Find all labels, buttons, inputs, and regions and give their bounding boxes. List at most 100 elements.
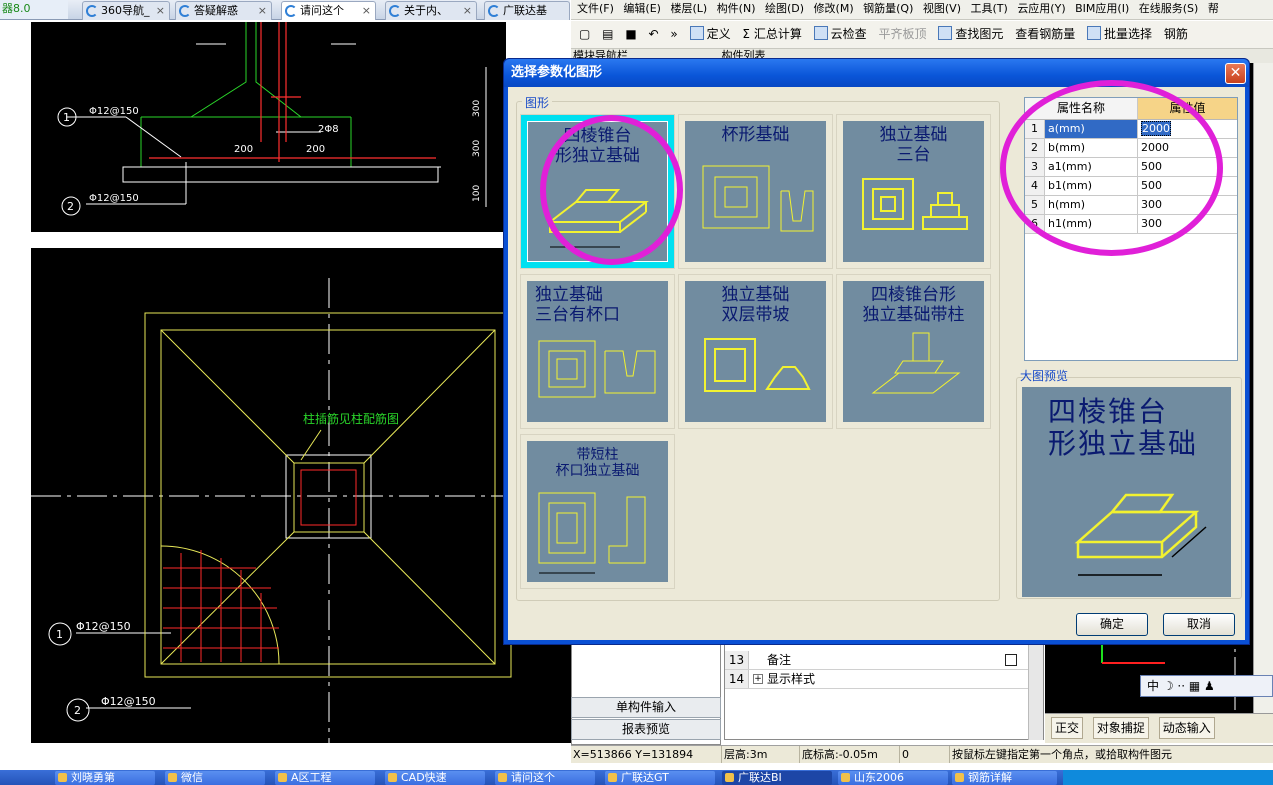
dynamic-input-toggle[interactable]: 动态输入 (1158, 717, 1215, 739)
table-row[interactable]: 2 b(mm) 2000 (1025, 139, 1237, 158)
coords-readout: X=513866 Y=131894 (573, 748, 694, 761)
section-callout-1: 1 (63, 111, 70, 124)
prop-value[interactable]: 500 (1138, 158, 1237, 176)
cad-plan-view[interactable]: 柱插筋见柱配筋图 1 2 Φ12@150 Φ12@150 (31, 248, 571, 743)
menu-edit[interactable]: 编辑(E) (623, 2, 661, 15)
table-row[interactable]: 4 b1(mm) 500 (1025, 177, 1237, 196)
shape-thumbnail: 独立基础 三台 (843, 121, 984, 262)
tab-answer[interactable]: 答疑解惑 × (175, 1, 272, 20)
col-header-value: 属性值 (1138, 98, 1237, 120)
cancel-button[interactable]: 取消 (1163, 613, 1235, 636)
batch-select-icon (1087, 26, 1102, 40)
row-checkbox[interactable] (1005, 654, 1017, 666)
prop-name: a1(mm) (1045, 158, 1138, 176)
shape-tile-pyramid-column[interactable]: 四棱锥台形 独立基础带柱 (836, 274, 991, 429)
menu-help[interactable]: 帮 (1208, 2, 1219, 15)
close-icon[interactable]: ✕ (1225, 63, 1246, 84)
toolbar-more[interactable]: » (670, 21, 677, 48)
three-step-cup-icon (538, 340, 656, 398)
task-item[interactable]: 刘晓勇第 (55, 771, 155, 785)
define-button[interactable]: 定义 (689, 21, 731, 48)
tab-360[interactable]: 360导航_ × (82, 1, 170, 20)
rebar-label-top: Φ12@150 (89, 106, 139, 117)
menu-tools[interactable]: 工具(T) (971, 2, 1008, 15)
floor-height: 层高:3m (721, 746, 767, 763)
table-row[interactable]: 14 + 显示样式 (725, 670, 1030, 689)
ime-mode[interactable]: 中 (1147, 679, 1159, 693)
cloud-check-button[interactable]: 云检查 (813, 21, 867, 48)
menu-component[interactable]: 构件(N) (717, 2, 756, 15)
system-tray[interactable] (1063, 770, 1273, 785)
row-number: 4 (1025, 177, 1045, 195)
menu-view[interactable]: 视图(V) (923, 2, 961, 15)
task-item[interactable]: A区工程 (275, 771, 375, 785)
shape-tile-pyramid[interactable]: 四棱锥台 形独立基础 (520, 114, 675, 269)
shape-tile-cup[interactable]: 杯形基础 (678, 114, 833, 269)
shape-tile-short-column-cup[interactable]: 带短柱 杯口独立基础 (520, 434, 675, 589)
task-item[interactable]: 微信 (165, 771, 265, 785)
close-icon[interactable]: × (156, 2, 165, 19)
task-item[interactable]: 广联达BI (722, 771, 832, 785)
prop-name: b1(mm) (1045, 177, 1138, 195)
shape-tile-double-slope[interactable]: 独立基础 双层带坡 (678, 274, 833, 429)
new-file-icon[interactable]: ▢ (579, 21, 590, 48)
prop-value-field[interactable]: 2000 (1138, 120, 1237, 138)
three-step-footing-icon (862, 178, 968, 230)
task-item[interactable]: 山东2006 (838, 771, 948, 785)
close-icon[interactable]: × (362, 2, 371, 19)
moon-icon[interactable]: ☽ ⋅⋅ ▦ ♟ (1163, 679, 1215, 693)
summary-button[interactable]: Σ 汇总计算 (742, 21, 801, 48)
close-icon[interactable]: × (258, 2, 267, 19)
task-item[interactable]: CAD快速 (385, 771, 485, 785)
table-row[interactable]: 6 h1(mm) 300 (1025, 215, 1237, 234)
task-item[interactable]: 钢筋详解 (952, 771, 1057, 785)
view-rebar-button[interactable]: 查看钢筋量 (1015, 21, 1075, 48)
expand-icon[interactable]: + (753, 674, 763, 684)
report-preview-button[interactable]: 报表预览 (571, 719, 721, 740)
object-snap-toggle[interactable]: 对象捕捉 (1092, 717, 1149, 739)
stirrup-label: 2Φ8 (318, 124, 339, 135)
menu-rebar[interactable]: 钢筋量(Q) (863, 2, 913, 15)
ok-button[interactable]: 确定 (1076, 613, 1148, 636)
table-row[interactable]: 13 备注 (725, 651, 1030, 670)
shape-tile-three-step[interactable]: 独立基础 三台 (836, 114, 991, 269)
tab-glodon[interactable]: 广联达基 (484, 1, 570, 20)
tab-question[interactable]: 请问这个 × (281, 1, 376, 20)
rebar-button[interactable]: 钢筋 (1164, 21, 1188, 48)
menu-online[interactable]: 在线服务(S) (1139, 2, 1199, 15)
table-row[interactable]: 3 a1(mm) 500 (1025, 158, 1237, 177)
menu-cloud[interactable]: 云应用(Y) (1017, 2, 1065, 15)
prop-value[interactable]: 2000 (1138, 139, 1237, 157)
undo-icon[interactable]: ↶ (649, 21, 659, 48)
single-input-button[interactable]: 单构件输入 (571, 697, 721, 718)
open-file-icon[interactable]: ▤ (602, 21, 613, 48)
close-icon[interactable]: × (463, 2, 472, 19)
prop-value[interactable]: 300 (1138, 215, 1237, 233)
prop-name: b(mm) (1045, 139, 1138, 157)
find-button[interactable]: 查找图元 (938, 21, 1003, 48)
prop-value[interactable]: 500 (1138, 177, 1237, 195)
tab-about[interactable]: 关于内、 × (385, 1, 477, 20)
menu-modify[interactable]: 修改(M) (814, 2, 854, 15)
table-row[interactable]: 5 h(mm) 300 (1025, 196, 1237, 215)
cup-footing-icon (702, 165, 814, 232)
flat-slab-button[interactable]: 平齐板顶 (879, 21, 927, 48)
plan-callout-2: 2 (74, 704, 81, 717)
tab-label: 关于内、 (404, 4, 448, 17)
save-icon[interactable]: ■ (625, 21, 636, 48)
menu-draw[interactable]: 绘图(D) (765, 2, 804, 15)
ortho-toggle[interactable]: 正交 (1051, 717, 1084, 739)
task-item[interactable]: 广联达GT (605, 771, 715, 785)
shape-tile-three-step-cup[interactable]: 独立基础 三台有杯口 (520, 274, 675, 429)
property-grid-scrollbar[interactable] (1028, 640, 1043, 740)
cad-section-view[interactable]: 1 2 Φ12@150 Φ12@150 200 200 2Φ8 300 300 … (31, 22, 506, 232)
task-item[interactable]: 请问这个 (495, 771, 595, 785)
prop-value[interactable]: 300 (1138, 196, 1237, 214)
table-row[interactable]: 1 a(mm) 2000 (1025, 120, 1237, 139)
batch-select-button[interactable]: 批量选择 (1087, 21, 1152, 48)
dim-label: 300 (472, 100, 482, 117)
menu-floor[interactable]: 楼层(L) (670, 2, 707, 15)
menu-bim[interactable]: BIM应用(I) (1075, 2, 1129, 15)
ime-toolbar[interactable]: 中 ☽ ⋅⋅ ▦ ♟ (1140, 675, 1273, 697)
menu-file[interactable]: 文件(F) (577, 2, 614, 15)
